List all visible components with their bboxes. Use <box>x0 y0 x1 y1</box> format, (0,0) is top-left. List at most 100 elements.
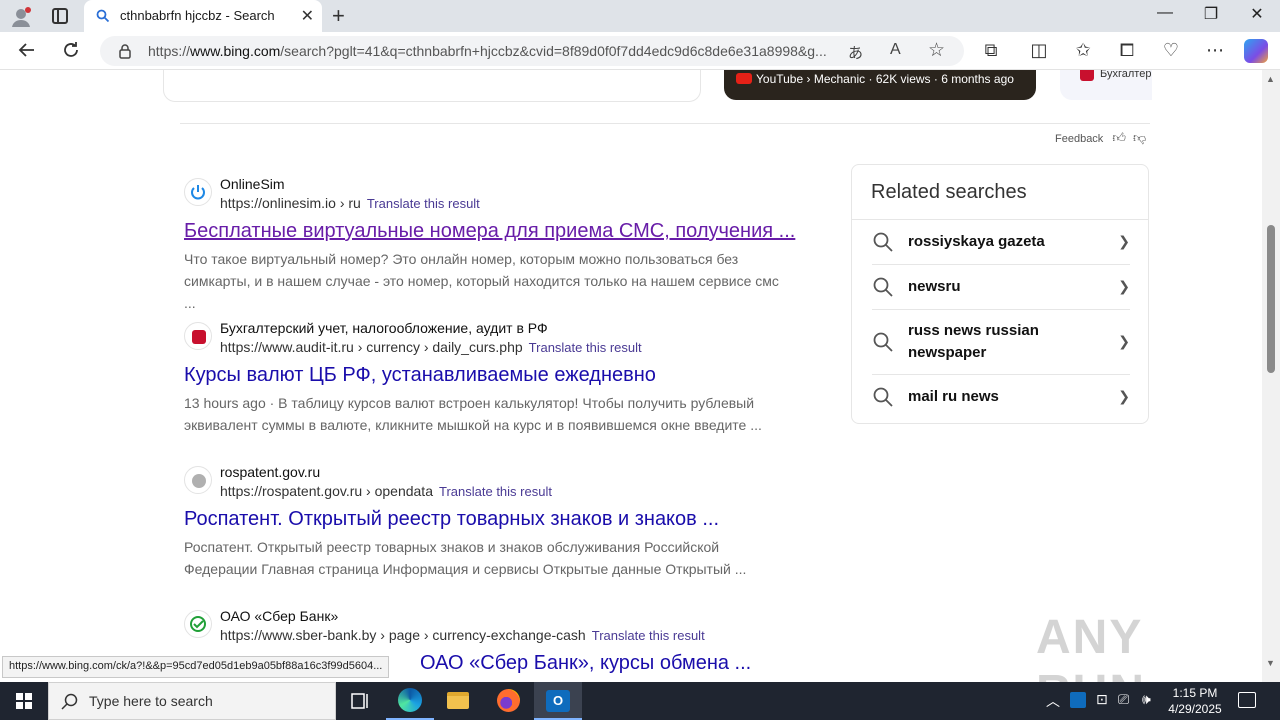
chevron-right-icon: ❯ <box>1118 278 1130 294</box>
collections-icon[interactable]: ⧠ <box>1116 40 1138 61</box>
lock-icon[interactable] <box>118 43 132 64</box>
scroll-thumb[interactable] <box>1267 225 1275 373</box>
url-host: www.bing.com <box>190 43 281 59</box>
tab-bar: cthnbabrfn hjccbz - Search ✕ + — ❐ ✕ <box>0 0 1280 32</box>
favorites-icon[interactable]: ✩ <box>1072 40 1094 61</box>
translate-link[interactable]: Translate this result <box>439 484 552 499</box>
new-tab-button[interactable]: + <box>332 3 345 29</box>
edge-taskbar-button[interactable] <box>386 682 434 720</box>
thumbs-down-icon[interactable]: 👎︎ <box>1133 130 1146 145</box>
video-card[interactable]: YouTube › Mechanic · 62K views · 6 month… <box>724 70 1036 100</box>
result-url-text: https://rospatent.gov.ru › opendata <box>220 483 433 499</box>
windows-icon <box>16 693 32 709</box>
result-url-text: https://onlinesim.io › ru <box>220 195 361 211</box>
result-url: https://www.sber-bank.by › page › curren… <box>220 627 705 643</box>
result-url: https://www.audit-it.ru › currency › dai… <box>220 339 642 355</box>
search-icon <box>873 277 893 297</box>
status-bar-url: https://www.bing.com/ck/a?!&&p=95cd7ed05… <box>2 656 390 678</box>
related-searches-panel: Related searches rossiyskaya gazeta ❯ ne… <box>851 164 1149 424</box>
result-title-link[interactable]: Курсы валют ЦБ РФ, устанавливаемые ежедн… <box>184 364 656 387</box>
back-icon[interactable] <box>16 40 38 65</box>
anyrun-watermark: ANY RUN <box>1036 611 1144 682</box>
address-bar[interactable]: https://www.bing.com/search?pglt=41&q=ct… <box>100 36 964 66</box>
related-search-item[interactable]: newsru ❯ <box>872 265 1130 310</box>
notifications-icon[interactable] <box>1238 692 1256 708</box>
taskbar: Type here to search O ︿ ⊡ ⎚ 🕪︎ 1:15 PM 4… <box>0 682 1280 720</box>
outlook-taskbar-button[interactable]: O <box>534 682 582 720</box>
translate-page-icon[interactable]: あ <box>848 42 863 63</box>
related-search-item[interactable]: russ news russian newspaper ❯ <box>872 310 1130 375</box>
maximize-button[interactable]: ❐ <box>1188 4 1234 28</box>
audit-it-favicon-icon[interactable] <box>184 322 212 350</box>
edge-icon <box>398 688 422 712</box>
close-window-button[interactable]: ✕ <box>1234 4 1280 28</box>
partial-card[interactable]: Бухгалтер <box>1060 70 1152 100</box>
result-url-text: https://www.sber-bank.by › page › curren… <box>220 627 586 643</box>
related-search-item[interactable]: rossiyskaya gazeta ❯ <box>872 220 1130 265</box>
start-button[interactable] <box>0 682 48 720</box>
result-title-link[interactable]: Бесплатные виртуальные номера для приема… <box>184 220 795 243</box>
sber-favicon-icon[interactable] <box>184 610 212 638</box>
search-icon <box>61 693 78 710</box>
feedback-link[interactable]: Feedback 👍︎ 👎︎ <box>1055 130 1146 146</box>
tab-actions-icon[interactable] <box>52 8 68 24</box>
onlinesim-favicon-icon[interactable] <box>184 178 212 206</box>
browser-toolbar: https://www.bing.com/search?pglt=41&q=ct… <box>0 32 1280 70</box>
partial-card-text: Бухгалтер <box>1100 70 1152 80</box>
result-url-text: https://www.audit-it.ru › currency › dai… <box>220 339 523 355</box>
related-search-item[interactable]: mail ru news ❯ <box>872 375 1130 420</box>
translate-link[interactable]: Translate this result <box>367 196 480 211</box>
chevron-right-icon: ❯ <box>1118 333 1130 349</box>
tab-title: cthnbabrfn hjccbz - Search <box>120 8 275 23</box>
network-icon[interactable]: ⎚ <box>1118 691 1129 708</box>
firefox-taskbar-button[interactable] <box>484 682 532 720</box>
result-site-name: Бухгалтерский учет, налогообложение, ауд… <box>220 320 548 336</box>
scroll-up-icon[interactable]: ▲ <box>1266 74 1275 84</box>
favorite-star-icon[interactable]: ☆ <box>928 39 945 62</box>
firefox-icon <box>497 689 520 712</box>
result-url: https://rospatent.gov.ru › opendata Trans… <box>220 483 552 499</box>
translate-link[interactable]: Translate this result <box>592 628 705 643</box>
profile-icon[interactable] <box>10 6 32 28</box>
device-tray-icon[interactable]: ⊡ <box>1096 691 1108 708</box>
result-site-name: rospatent.gov.ru <box>220 464 321 480</box>
scroll-down-icon[interactable]: ▼ <box>1266 658 1275 668</box>
translate-link[interactable]: Translate this result <box>529 340 642 355</box>
result-title-link[interactable]: ОАО «Сбер Банк», курсы обмена ... <box>420 652 751 675</box>
search-icon <box>873 332 893 352</box>
minimize-button[interactable]: — <box>1142 4 1188 28</box>
more-menu-icon[interactable]: ⋯ <box>1204 40 1226 61</box>
search-icon <box>96 9 110 28</box>
result-title-link[interactable]: Роспатент. Открытый реестр товарных знак… <box>184 508 719 531</box>
result-site-name: ОАО «Сбер Банк» <box>220 608 339 624</box>
related-search-label: rossiyskaya gazeta <box>908 233 1045 250</box>
split-screen-icon[interactable]: ◫ <box>1028 40 1050 61</box>
search-icon <box>873 232 893 252</box>
outlook-icon: O <box>546 690 570 712</box>
taskbar-clock[interactable]: 1:15 PM 4/29/2025 <box>1162 685 1228 717</box>
refresh-icon[interactable] <box>60 40 82 65</box>
result-snippet: Роспатент. Открытый реестр товарных знак… <box>184 539 747 577</box>
tab-active[interactable]: cthnbabrfn hjccbz - Search ✕ <box>84 0 322 32</box>
outlook-tray-icon[interactable] <box>1070 692 1086 708</box>
extensions-icon[interactable]: ⧉ <box>980 40 1002 61</box>
result-snippet: Что такое виртуальный номер? Это онлайн … <box>184 251 779 311</box>
volume-icon[interactable]: 🕪︎ <box>1142 691 1151 708</box>
result-site-name: OnlineSim <box>220 176 285 192</box>
browser-essentials-icon[interactable]: ♡ <box>1160 40 1182 61</box>
taskbar-search-box[interactable]: Type here to search <box>48 682 336 720</box>
file-explorer-taskbar-button[interactable] <box>434 682 482 720</box>
thumbs-up-icon[interactable]: 👍︎ <box>1112 130 1126 145</box>
rospatent-favicon-icon[interactable] <box>184 466 212 494</box>
clock-date: 4/29/2025 <box>1168 702 1222 716</box>
site-favicon-icon <box>1080 70 1094 81</box>
result-url: https://onlinesim.io › ru Translate this … <box>220 195 480 211</box>
chevron-up-icon[interactable]: ︿ <box>1046 691 1060 711</box>
url-text[interactable]: https://www.bing.com/search?pglt=41&q=ct… <box>148 43 838 59</box>
task-view-button[interactable] <box>336 682 384 720</box>
close-tab-icon[interactable]: ✕ <box>301 6 314 26</box>
read-aloud-icon[interactable]: A <box>890 41 901 59</box>
scrollbar[interactable]: ▲ ▼ <box>1262 70 1280 682</box>
url-rest: /search?pglt=41&q=cthnbabrfn+hjccbz&cvid… <box>280 43 827 59</box>
copilot-icon[interactable] <box>1244 39 1268 63</box>
